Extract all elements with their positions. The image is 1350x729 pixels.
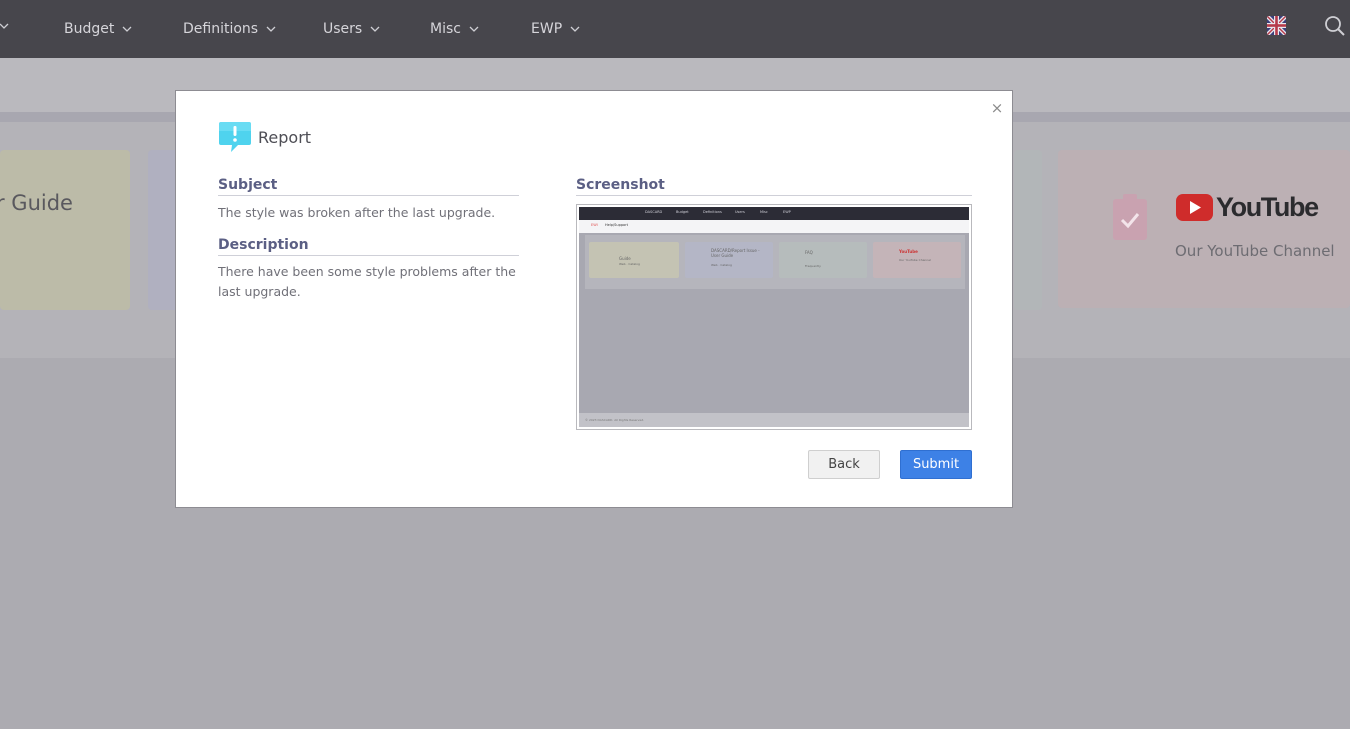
close-icon[interactable]: × <box>989 100 1005 116</box>
youtube-card[interactable] <box>1058 150 1350 308</box>
thumbnail-card-title: DASCARD/Report Issue - User Guide <box>711 248 760 258</box>
nav-item-label: EWP <box>531 21 563 37</box>
chevron-down-icon <box>570 26 580 32</box>
youtube-card-subtitle: Our YouTube Channel <box>1175 242 1335 260</box>
thumbnail-nav-item: DASCARD <box>645 210 663 214</box>
chevron-down-icon[interactable] <box>0 21 12 31</box>
speech-bubble-exclamation-icon <box>219 122 251 152</box>
thumbnail-card-sub: Web · Catalog <box>711 263 732 267</box>
nav-item-budget[interactable]: Budget <box>64 17 132 41</box>
thumbnail-footer: © 2023 DASCARD. All Rights Reserved. <box>579 413 969 427</box>
thumbnail-header-x: EWI <box>591 223 598 227</box>
nav-item-label: Definitions <box>183 21 259 37</box>
thumbnail-nav: DASCARD Budget Definitions Users Misc EW… <box>579 207 969 220</box>
nav-item-label: Misc <box>430 21 461 37</box>
screenshot-label: Screenshot <box>576 177 972 196</box>
youtube-play-icon <box>1176 193 1213 221</box>
chevron-down-icon <box>266 26 276 32</box>
chevron-down-icon <box>122 26 132 32</box>
nav-item-misc[interactable]: Misc <box>430 17 479 41</box>
thumbnail-footer-text: © 2023 DASCARD. All Rights Reserved. <box>585 418 645 422</box>
youtube-logo-word: YouTube <box>1216 191 1319 222</box>
submit-button[interactable]: Submit <box>900 450 972 479</box>
thumbnail-nav-item: Users <box>735 210 745 214</box>
thumbnail-card: YouTube Our YouTube Channel <box>873 242 961 278</box>
thumbnail-card-title: FAQ <box>805 250 813 255</box>
subject-value: The style was broken after the last upgr… <box>218 205 496 220</box>
report-modal: × Report Subject The style was broken af… <box>175 90 1013 508</box>
thumbnail-header-title: Help/Support <box>605 223 628 227</box>
thumbnail-card: FAQ Frequently <box>779 242 867 278</box>
chevron-down-icon <box>370 26 380 32</box>
faq-card[interactable] <box>1014 150 1042 310</box>
back-button[interactable]: Back <box>808 450 880 479</box>
thumbnail-card: Guide Web · Catalog <box>589 242 679 278</box>
modal-header: Report <box>218 121 311 153</box>
thumbnail-header: EWI Help/Support <box>579 220 969 233</box>
thumbnail-nav-item: EWP <box>783 210 791 214</box>
nav-item-label: Users <box>323 21 363 37</box>
thumbnail-card-title: YouTube <box>899 249 918 254</box>
top-navigation-bar: Budget Definitions Users Misc EWP <box>0 0 1350 58</box>
subject-label: Subject <box>218 177 519 196</box>
thumbnail-nav-item: Definitions <box>703 210 722 214</box>
youtube-logo: YouTube <box>1176 191 1319 222</box>
nav-item-users[interactable]: Users <box>323 17 380 41</box>
description-label: Description <box>218 237 519 256</box>
thumbnail-cards-panel: Guide Web · Catalog DASCARD/Report Issue… <box>585 235 965 289</box>
thumbnail-card: DASCARD/Report Issue - User Guide Web · … <box>685 242 773 278</box>
nav-item-ewp[interactable]: EWP <box>531 17 580 41</box>
description-value: There have been some style problems afte… <box>218 264 516 299</box>
guide-card[interactable] <box>0 150 130 310</box>
thumbnail-card-title: Guide <box>619 256 631 261</box>
thumbnail-nav-item: Misc <box>760 210 768 214</box>
screenshot-image: DASCARD Budget Definitions Users Misc EW… <box>579 207 969 427</box>
thumbnail-card-sub: Web · Catalog <box>619 262 640 266</box>
chevron-down-icon <box>469 26 479 32</box>
screenshot-preview[interactable]: DASCARD Budget Definitions Users Misc EW… <box>576 204 972 430</box>
nav-item-definitions[interactable]: Definitions <box>183 17 276 41</box>
thumbnail-card-sub: Frequently <box>805 264 821 268</box>
search-icon[interactable] <box>1324 15 1346 37</box>
modal-title: Report <box>258 127 312 147</box>
clipboard-check-icon <box>1113 194 1147 240</box>
thumbnail-nav-item: Budget <box>676 210 689 214</box>
uk-flag-icon[interactable] <box>1267 16 1286 35</box>
nav-item-label: Budget <box>64 21 115 37</box>
thumbnail-card-sub: Our YouTube Channel <box>899 258 931 262</box>
guide-card-title: r Guide <box>0 191 73 215</box>
